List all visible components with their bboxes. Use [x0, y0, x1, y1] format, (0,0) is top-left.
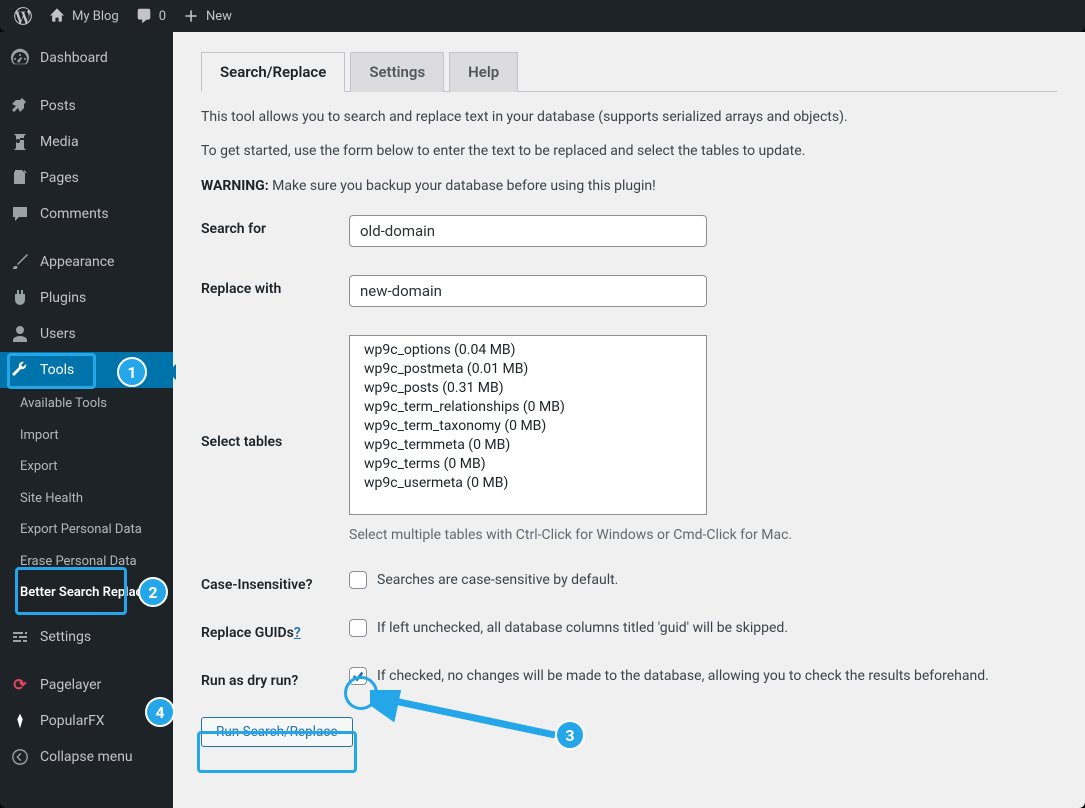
wp-logo[interactable]: [6, 0, 40, 32]
sidebar-label: Comments: [40, 206, 109, 222]
callout-badge-4: 4: [145, 697, 175, 727]
tab-settings[interactable]: Settings: [350, 52, 444, 92]
wordpress-icon: [14, 7, 32, 25]
table-option[interactable]: wp9c_posts (0.31 MB): [350, 378, 706, 397]
callout-badge-1: 1: [117, 357, 147, 387]
sidebar-label: Settings: [40, 629, 91, 645]
sidebar-item-media[interactable]: Media: [0, 124, 173, 160]
admin-toolbar: My Blog 0 New: [0, 0, 1085, 32]
media-icon: [10, 132, 30, 152]
sidebar-label: Tools: [40, 362, 74, 378]
sidebar-item-appearance[interactable]: Appearance: [0, 244, 173, 280]
comments-count: 0: [159, 9, 166, 24]
comments-icon: [10, 204, 30, 224]
guids-help-link[interactable]: ?: [294, 625, 301, 641]
sidebar-label: Collapse menu: [40, 749, 133, 765]
dryrun-desc: If checked, no changes will be made to t…: [377, 668, 989, 684]
table-option[interactable]: wp9c_terms (0 MB): [350, 454, 706, 473]
case-insensitive-checkbox[interactable]: [349, 571, 367, 589]
sidebar-label: Media: [40, 134, 79, 150]
run-search-replace-button[interactable]: Run Search/Replace: [201, 717, 353, 747]
intro-p2: To get started, use the form below to en…: [201, 140, 1057, 162]
plus-icon: [182, 7, 200, 25]
dashboard-icon: [10, 48, 30, 68]
callout-badge-2: 2: [138, 577, 168, 607]
search-for-input[interactable]: [349, 215, 707, 247]
callout-badge-3: 3: [555, 720, 585, 750]
table-option[interactable]: wp9c_postmeta (0.01 MB): [350, 359, 706, 378]
pages-icon: [10, 168, 30, 188]
sub-export-personal-data[interactable]: Export Personal Data: [0, 514, 173, 546]
sidebar-collapse[interactable]: Collapse menu: [0, 739, 173, 775]
replace-guids-checkbox[interactable]: [349, 619, 367, 637]
sidebar-label: Pagelayer: [40, 677, 101, 693]
user-icon: [10, 324, 30, 344]
sidebar-item-tools[interactable]: Tools: [0, 352, 173, 388]
sidebar-item-comments[interactable]: Comments: [0, 196, 173, 232]
sidebar-item-users[interactable]: Users: [0, 316, 173, 352]
sidebar-item-plugins[interactable]: Plugins: [0, 280, 173, 316]
tables-select[interactable]: wp9c_options (0.04 MB)wp9c_postmeta (0.0…: [349, 335, 707, 515]
tools-submenu: Available Tools Import Export Site Healt…: [0, 388, 173, 609]
sidebar-label: PopularFX: [40, 713, 105, 729]
label-replace-with: Replace with: [201, 275, 349, 297]
sidebar-item-settings[interactable]: Settings: [0, 619, 173, 655]
label-select-tables: Select tables: [201, 428, 349, 450]
sidebar-label: Posts: [40, 98, 76, 114]
table-option[interactable]: wp9c_termmeta (0 MB): [350, 435, 706, 454]
sliders-icon: [10, 627, 30, 647]
table-option[interactable]: wp9c_options (0.04 MB): [350, 340, 706, 359]
sidebar-item-pagelayer[interactable]: ⟳ Pagelayer: [0, 667, 173, 703]
pin-icon: [10, 96, 30, 116]
intro-text: This tool allows you to search and repla…: [201, 106, 1057, 197]
sidebar-label: Appearance: [40, 254, 114, 270]
site-name-label: My Blog: [72, 9, 119, 24]
home-icon: [48, 7, 66, 25]
comment-icon: [135, 7, 153, 25]
sub-site-health[interactable]: Site Health: [0, 483, 173, 515]
guids-desc: If left unchecked, all database columns …: [377, 620, 788, 636]
comments-link[interactable]: 0: [127, 0, 174, 32]
label-dry-run: Run as dry run?: [201, 667, 349, 689]
sidebar-item-pages[interactable]: Pages: [0, 160, 173, 196]
sidebar-item-dashboard[interactable]: Dashboard: [0, 40, 173, 76]
admin-sidebar: Dashboard Posts Media Pages Comments App…: [0, 32, 173, 808]
table-option[interactable]: wp9c_usermeta (0 MB): [350, 473, 706, 492]
wrench-icon: [10, 360, 30, 380]
label-case-insensitive: Case-Insensitive?: [201, 571, 349, 593]
sidebar-label: Plugins: [40, 290, 86, 306]
tab-search-replace[interactable]: Search/Replace: [201, 52, 345, 92]
pagelayer-icon: ⟳: [10, 675, 30, 695]
replace-with-input[interactable]: [349, 275, 707, 307]
label-search-for: Search for: [201, 215, 349, 237]
sidebar-label: Pages: [40, 170, 79, 186]
case-desc: Searches are case-sensitive by default.: [377, 572, 618, 588]
collapse-icon: [10, 747, 30, 767]
site-link[interactable]: My Blog: [40, 0, 127, 32]
table-option[interactable]: wp9c_term_taxonomy (0 MB): [350, 416, 706, 435]
tab-help[interactable]: Help: [449, 52, 518, 92]
table-option[interactable]: wp9c_term_relationships (0 MB): [350, 397, 706, 416]
flyout-arrow: [168, 364, 176, 380]
sidebar-label: Dashboard: [40, 50, 108, 66]
intro-warning: WARNING: Make sure you backup your datab…: [201, 175, 1057, 197]
sidebar-item-posts[interactable]: Posts: [0, 88, 173, 124]
brush-icon: [10, 252, 30, 272]
sub-erase-personal-data[interactable]: Erase Personal Data: [0, 546, 173, 578]
intro-p1: This tool allows you to search and repla…: [201, 106, 1057, 128]
label-replace-guids: Replace GUIDs?: [201, 619, 349, 641]
plugin-icon: [10, 288, 30, 308]
new-label: New: [206, 9, 232, 24]
nav-tabs: Search/Replace Settings Help: [201, 52, 1057, 92]
sub-import[interactable]: Import: [0, 420, 173, 452]
sub-available-tools[interactable]: Available Tools: [0, 388, 173, 420]
new-link[interactable]: New: [174, 0, 240, 32]
tables-hint: Select multiple tables with Ctrl-Click f…: [349, 527, 1057, 543]
arrow-3: [370, 690, 570, 750]
main-content: Search/Replace Settings Help This tool a…: [173, 32, 1085, 808]
sidebar-label: Users: [40, 326, 76, 342]
sub-export[interactable]: Export: [0, 451, 173, 483]
popularfx-icon: [10, 711, 30, 731]
